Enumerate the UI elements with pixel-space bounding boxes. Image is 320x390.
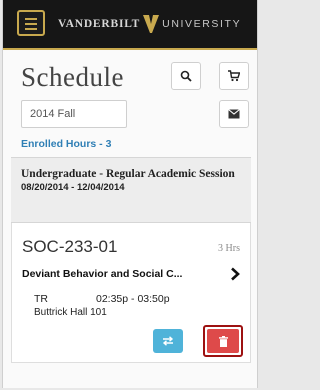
swap-class-button[interactable] [153, 329, 183, 353]
term-select[interactable]: 2014 Fall [21, 100, 127, 128]
university-logo: VANDERBILT UNIVERSITY [58, 14, 241, 34]
brand-left-text: VANDERBILT [58, 18, 141, 30]
course-card: SOC-233-01 3 Hrs Deviant Behavior and So… [11, 223, 251, 363]
menu-line [25, 18, 37, 20]
menu-line [25, 28, 37, 30]
email-schedule-button[interactable] [219, 100, 249, 128]
trash-icon [218, 335, 228, 347]
top-bar: VANDERBILT UNIVERSITY [3, 0, 257, 50]
hamburger-menu-icon[interactable] [17, 10, 45, 36]
session-title: Undergraduate - Regular Academic Session [21, 168, 235, 180]
cart-icon [228, 70, 240, 82]
course-location: Buttrick Hall 101 [34, 307, 107, 318]
search-icon [180, 70, 192, 82]
vanderbilt-v-logo-icon [143, 15, 160, 33]
search-button[interactable] [171, 62, 201, 90]
app-frame: VANDERBILT UNIVERSITY Schedule 2014 Fall… [2, 0, 258, 388]
session-header: Undergraduate - Regular Academic Session… [11, 157, 251, 223]
drop-class-highlight [203, 325, 243, 357]
drop-class-button[interactable] [207, 329, 239, 353]
course-hours: 3 Hrs [218, 243, 240, 254]
enrolled-hours-link[interactable]: Enrolled Hours - 3 [21, 138, 111, 150]
course-code: SOC-233-01 [22, 237, 118, 256]
swap-icon [162, 336, 174, 346]
cart-button[interactable] [219, 62, 249, 90]
envelope-icon [228, 109, 240, 119]
page-title: Schedule [21, 62, 124, 92]
course-name[interactable]: Deviant Behavior and Social C... [22, 268, 222, 280]
chevron-right-icon[interactable] [230, 267, 240, 281]
course-days: TR [34, 293, 48, 305]
menu-line [25, 23, 37, 25]
session-dates: 08/20/2014 - 12/04/2014 [21, 182, 125, 193]
course-time: 02:35p - 03:50p [96, 293, 170, 305]
brand-right-text: UNIVERSITY [162, 18, 242, 30]
